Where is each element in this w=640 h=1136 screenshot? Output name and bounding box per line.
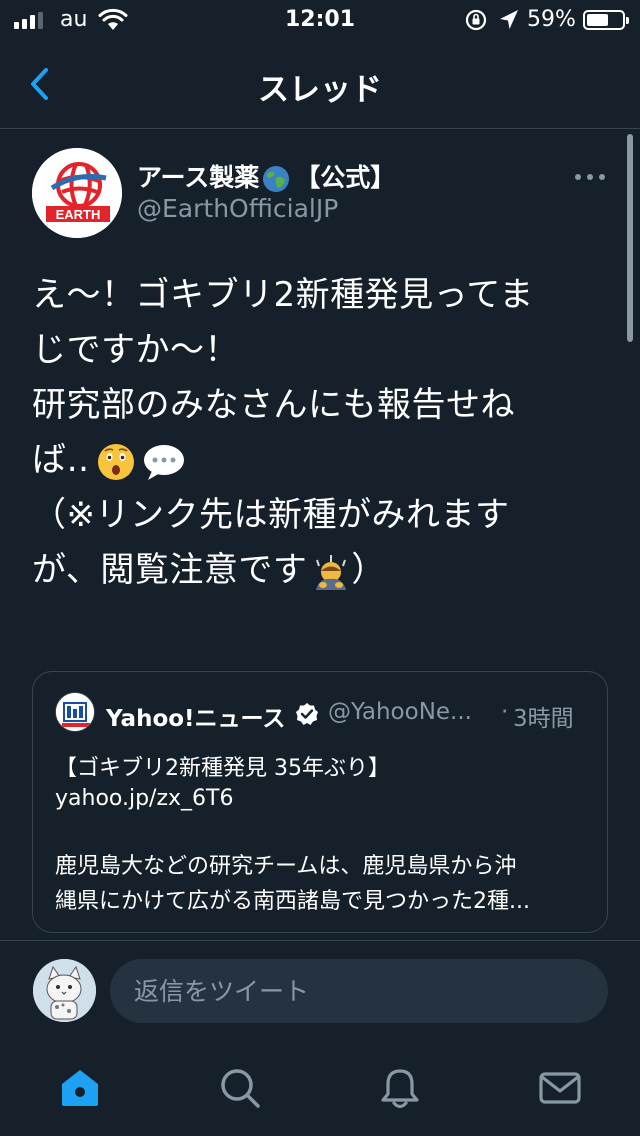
quoted-author-name: Yahoo!ニュース xyxy=(106,706,286,732)
battery-icon xyxy=(583,10,629,30)
tweet-line-text: ば‥ xyxy=(32,440,90,480)
tweet-line: 研究部のみなさんにも報告せね xyxy=(32,385,515,425)
tweet-text: え〜！ゴキブリ2新種発見ってま じですか〜！ 研究部のみなさんにも報告せね ば‥… xyxy=(32,268,592,598)
author-display-name: アース製薬 xyxy=(137,163,260,192)
reply-bar xyxy=(0,940,640,1038)
quoted-tweet-card[interactable]: Yahoo!ニュース @YahooNe... · 3時間 【ゴキブリ2新種発見 … xyxy=(32,671,608,933)
tweet-line: え〜！ゴキブリ2新種発見ってま xyxy=(32,275,534,315)
quoted-body-line: 縄県にかけて広がる南西諸島で見つかった2種... xyxy=(55,889,530,914)
scrollbar[interactable] xyxy=(627,134,633,342)
quoted-link[interactable]: yahoo.jp/zx_6T6 xyxy=(55,786,233,811)
author-handle[interactable]: @EarthOfficialJP xyxy=(137,194,338,223)
earth-logo-icon: EARTH xyxy=(32,148,122,238)
quoted-author-handle: @YahooNe... xyxy=(328,699,472,725)
quoted-separator: · xyxy=(501,699,509,725)
tweet-line: ば‥ xyxy=(32,433,592,488)
verified-badge-icon xyxy=(296,703,318,725)
status-bar: au 12:01 59% xyxy=(0,0,640,40)
quoted-timestamp: 3時間 xyxy=(513,706,574,732)
battery-percent: 59% xyxy=(527,7,576,32)
astonished-face-emoji xyxy=(97,443,134,480)
yahoo-news-logo-icon xyxy=(56,693,94,731)
nav-header: スレッド xyxy=(0,40,640,129)
tweet-line-end: ） xyxy=(351,550,386,590)
tweet-line: じですか〜！ xyxy=(32,330,239,370)
speech-balloon-emoji xyxy=(143,444,184,480)
bowing-person-emoji xyxy=(316,554,347,590)
tweet-line: が、閲覧注意です ） xyxy=(32,543,592,598)
home-icon[interactable] xyxy=(58,1066,102,1110)
cat-avatar-icon xyxy=(33,959,96,1022)
more-options-button[interactable] xyxy=(572,170,608,184)
user-avatar[interactable] xyxy=(33,959,96,1022)
globe-emoji xyxy=(263,166,290,192)
tab-bar xyxy=(0,1038,640,1136)
author-name[interactable]: アース製薬 【公式】 xyxy=(137,158,395,194)
quoted-avatar xyxy=(55,692,95,732)
tweet-line-text: が、閲覧注意です xyxy=(32,550,308,590)
notifications-icon[interactable] xyxy=(378,1066,422,1110)
reply-input[interactable] xyxy=(110,959,608,1023)
author-badge: 【公式】 xyxy=(295,163,396,192)
orientation-lock-icon xyxy=(465,9,487,31)
author-avatar[interactable]: EARTH xyxy=(32,148,122,238)
tweet-line: （※リンク先は新種がみれます xyxy=(32,495,510,535)
page-title: スレッド xyxy=(258,72,382,108)
quoted-body-line: 鹿児島大などの研究チームは、鹿児島県から沖 xyxy=(55,854,517,879)
location-arrow-icon xyxy=(500,10,518,29)
quoted-title: 【ゴキブリ2新種発見 35年ぶり】 xyxy=(55,756,390,781)
search-icon[interactable] xyxy=(218,1066,262,1110)
messages-icon[interactable] xyxy=(538,1066,582,1110)
svg-text:EARTH: EARTH xyxy=(56,207,101,222)
